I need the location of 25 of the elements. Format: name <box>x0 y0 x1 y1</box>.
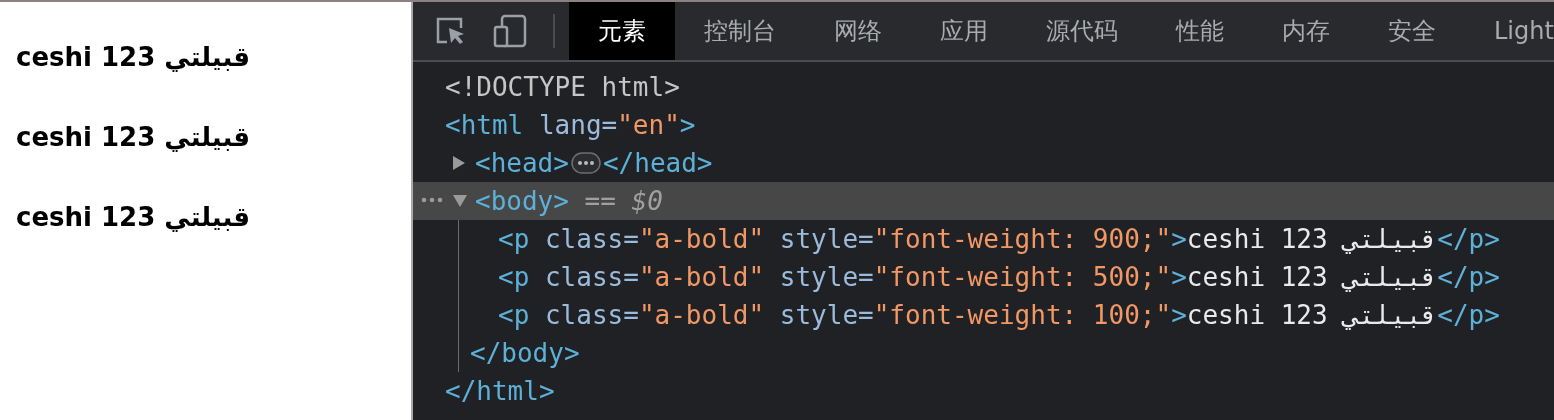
panel-tab[interactable]: 应用 <box>911 2 1017 60</box>
panel-tab[interactable]: 元素 <box>569 2 675 60</box>
panel-tab[interactable]: Light <box>1465 2 1554 60</box>
panel-tab[interactable]: 控制台 <box>675 2 805 60</box>
paragraph-text: ceshi 123 قبيلتي <box>16 201 252 234</box>
more-icon[interactable] <box>421 197 443 203</box>
expanded-triangle-icon[interactable] <box>453 195 467 207</box>
panel-tab[interactable]: 安全 <box>1359 2 1465 60</box>
ellipsis-icon[interactable] <box>570 152 601 174</box>
dom-node-code[interactable]: <html lang="en"> <box>445 106 696 144</box>
device-icon[interactable] <box>493 14 527 48</box>
dom-node-code[interactable]: </html> <box>445 372 555 410</box>
dom-node-code[interactable]: </body> <box>470 334 580 372</box>
dom-node-code[interactable]: </head> <box>602 144 713 182</box>
collapsed-triangle-icon[interactable] <box>453 156 465 170</box>
panel-tab[interactable]: 性能 <box>1147 2 1253 60</box>
paragraph-text: ceshi 123 قبيلتي <box>16 41 252 74</box>
panel-tab[interactable]: 源代码 <box>1017 2 1147 60</box>
dom-node-code[interactable]: <body> == $0 <box>475 182 663 220</box>
panel-tab[interactable]: 网络 <box>805 2 911 60</box>
dom-node-code[interactable]: <head> <box>475 144 569 182</box>
selected-node-row[interactable]: <body> == $0 <box>413 182 1554 220</box>
dom-node-code[interactable]: <!DOCTYPE html> <box>445 68 680 106</box>
panel-tab[interactable]: 内存 <box>1253 2 1359 60</box>
paragraph-text: ceshi 123 قبيلتي <box>16 121 252 154</box>
